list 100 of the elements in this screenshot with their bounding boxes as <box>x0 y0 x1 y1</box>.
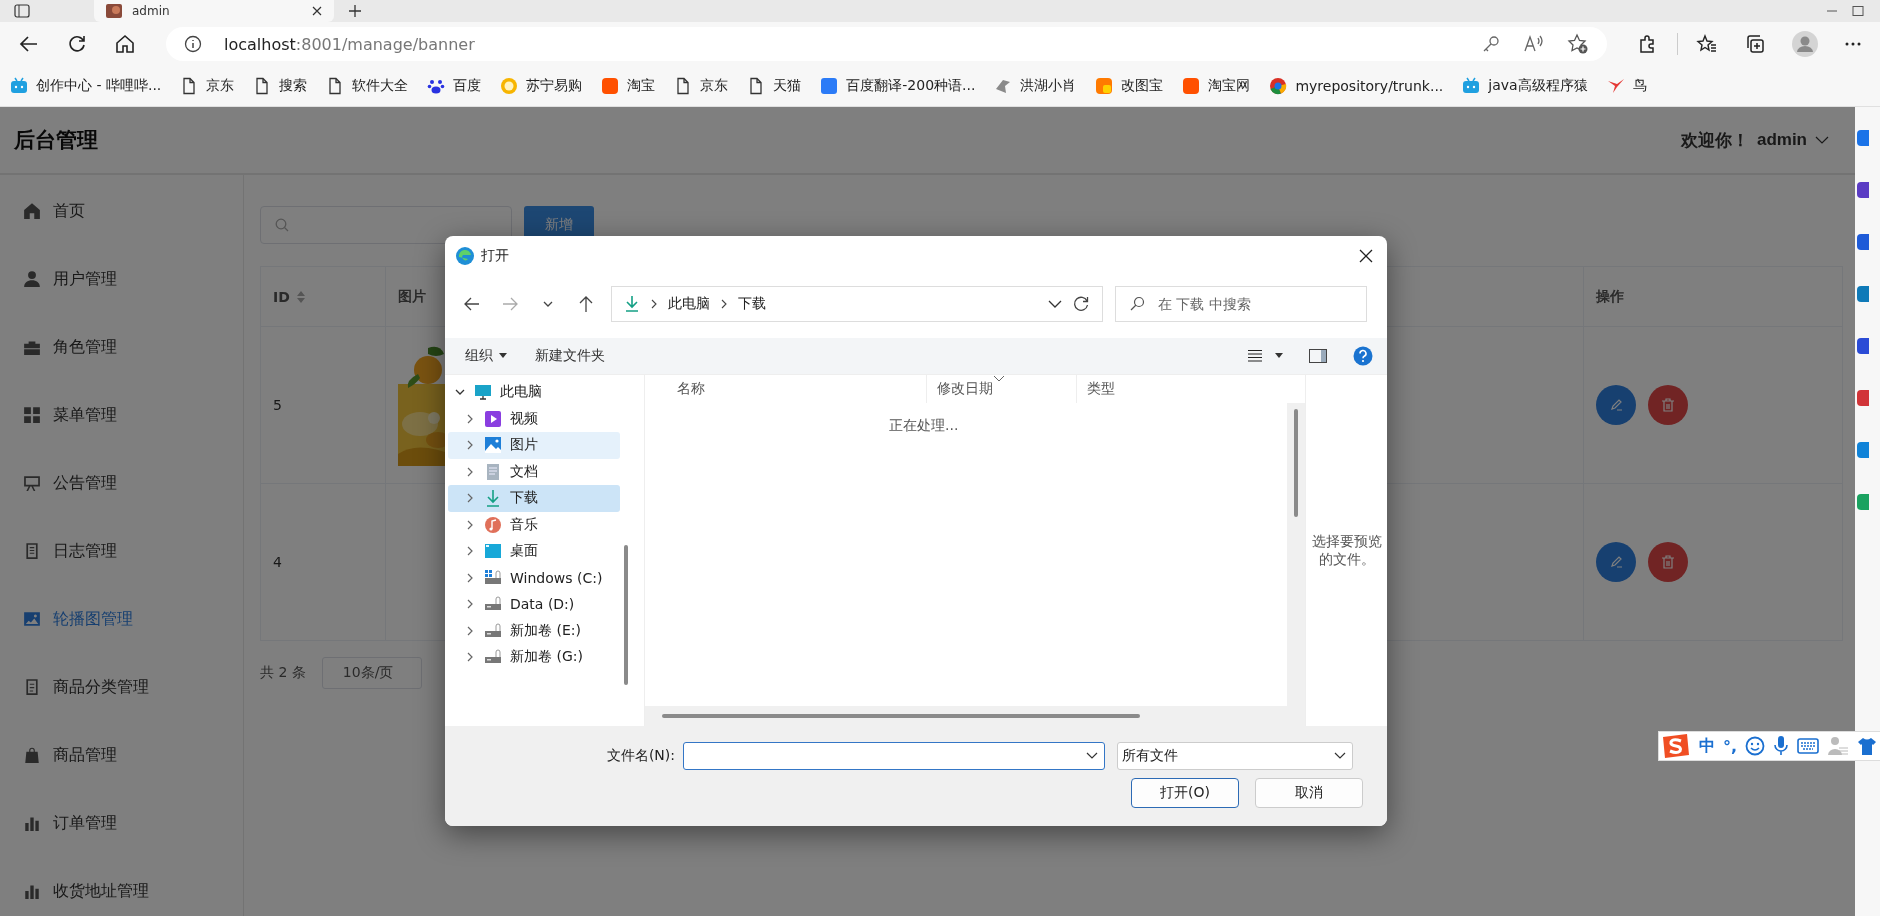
search-field[interactable]: 在 下载 中搜索 <box>1115 286 1367 322</box>
up-arrow-icon[interactable] <box>577 295 595 313</box>
page-size-select[interactable]: 10条/页 <box>321 657 422 689</box>
bookmark[interactable]: 京东 <box>180 77 235 95</box>
bookmark[interactable]: 苏宁易购 <box>500 77 583 95</box>
tree-item[interactable]: 视频 <box>448 405 620 432</box>
tab-actions-icon[interactable] <box>14 4 30 18</box>
tree-item[interactable]: 桌面 <box>448 538 620 565</box>
new-folder-button[interactable]: 新建文件夹 <box>527 343 613 369</box>
menu-item[interactable]: 首页 <box>0 177 243 245</box>
file-type-select[interactable]: 所有文件 <box>1117 742 1353 770</box>
cancel-button[interactable]: 取消 <box>1255 778 1363 808</box>
caret-icon <box>1815 135 1829 145</box>
music-icon <box>484 515 502 534</box>
chevron-right-icon <box>720 299 728 309</box>
bookmark[interactable]: 淘宝 <box>601 77 656 95</box>
sidebar-app-icon[interactable] <box>1855 181 1869 199</box>
bookmark[interactable]: 洪湖小肖 <box>994 77 1077 95</box>
organize-button[interactable]: 组织 <box>457 343 515 369</box>
close-icon[interactable] <box>312 6 322 16</box>
edit-button[interactable] <box>1596 385 1636 425</box>
shirt-icon[interactable] <box>1857 736 1878 756</box>
table-cell: 4 <box>273 554 282 570</box>
menu-item[interactable]: 用户管理 <box>0 245 243 313</box>
menu-item[interactable]: 公告管理 <box>0 449 243 517</box>
browser-tab[interactable]: admin <box>94 0 334 22</box>
ime-mode[interactable]: 中 <box>1699 735 1715 757</box>
tree-item[interactable]: 文档 <box>448 458 620 485</box>
delete-button[interactable] <box>1648 542 1688 582</box>
menu-item[interactable]: 收货地址管理 <box>0 857 243 916</box>
collections-icon[interactable] <box>1744 33 1766 55</box>
bookmark[interactable]: 软件大全 <box>326 77 409 95</box>
document-icon <box>484 462 502 481</box>
menu-item[interactable]: 商品管理 <box>0 721 243 789</box>
favorite-add-icon[interactable] <box>1567 33 1589 55</box>
bookmark[interactable]: 改图宝 <box>1095 77 1164 95</box>
file-name-field[interactable] <box>683 742 1105 770</box>
preview-pane-icon[interactable] <box>1309 349 1327 363</box>
bookmark[interactable]: 京东 <box>674 77 729 95</box>
tree-item[interactable]: Windows (C:) <box>448 564 620 591</box>
sidebar-app-icon[interactable] <box>1855 389 1869 407</box>
tree-item[interactable]: 下载 <box>448 485 620 512</box>
menu-item[interactable]: 商品分类管理 <box>0 653 243 721</box>
tree-item[interactable]: 新加卷 (E:) <box>448 617 620 644</box>
menu-item[interactable]: 日志管理 <box>0 517 243 585</box>
bookmark[interactable]: myrepository/trunk... <box>1269 77 1444 95</box>
back-arrow-icon[interactable] <box>463 295 481 313</box>
caret-icon[interactable] <box>1275 353 1283 359</box>
sidebar-app-icon[interactable] <box>1855 233 1869 251</box>
more-icon[interactable] <box>1844 41 1862 47</box>
column-header[interactable]: 名称 <box>645 375 927 403</box>
user-menu[interactable]: 欢迎你！ admin <box>1680 128 1829 152</box>
edit-button[interactable] <box>1596 542 1636 582</box>
tv-icon <box>1462 77 1481 95</box>
menu-item[interactable]: 角色管理 <box>0 313 243 381</box>
bookmark[interactable]: java高级程序猿 <box>1462 77 1588 95</box>
menu-item[interactable]: 订单管理 <box>0 789 243 857</box>
tree-item[interactable]: 音乐 <box>448 511 620 538</box>
tree-item[interactable]: Data (D:) <box>448 591 620 618</box>
favorites-icon[interactable] <box>1696 33 1718 55</box>
pencil-icon <box>1608 397 1624 413</box>
column-header[interactable]: 类型 <box>1077 375 1305 403</box>
list-view-icon[interactable] <box>1247 349 1263 363</box>
keyboard-icon[interactable] <box>1797 738 1820 754</box>
menu-item[interactable]: 菜单管理 <box>0 381 243 449</box>
close-icon[interactable] <box>1359 249 1373 263</box>
reload-icon[interactable] <box>66 33 88 55</box>
bookmark[interactable]: 淘宝网 <box>1182 77 1251 95</box>
bookmark[interactable]: 搜索 <box>253 77 308 95</box>
bookmark[interactable]: 天猫 <box>747 77 802 95</box>
help-icon[interactable] <box>1353 346 1373 366</box>
bookmark[interactable]: 百度翻译-200种语... <box>820 77 976 95</box>
profile-avatar-icon[interactable] <box>1792 31 1818 57</box>
address-bar[interactable]: localhost:8001/manage/banner <box>166 27 1607 61</box>
maximize-icon[interactable] <box>1852 6 1864 16</box>
tree-item[interactable]: 此电脑 <box>448 379 620 406</box>
sidebar-app-icon[interactable] <box>1855 285 1869 303</box>
home-icon[interactable] <box>114 33 136 55</box>
microphone-icon[interactable] <box>1773 735 1790 757</box>
bookmark[interactable]: 创作中心 - 哔哩哔... <box>10 77 162 95</box>
sidebar-app-icon[interactable] <box>1855 493 1869 511</box>
sidebar-app-icon[interactable] <box>1855 441 1869 459</box>
column-header: ID <box>273 288 290 305</box>
delete-button[interactable] <box>1648 385 1688 425</box>
ime-mode[interactable]: °, <box>1723 736 1738 756</box>
refresh-icon[interactable] <box>1072 295 1090 313</box>
tree-item[interactable]: 图片 <box>448 432 620 459</box>
sidebar-app-icon[interactable] <box>1855 337 1869 355</box>
smiley-icon[interactable] <box>1745 736 1766 756</box>
bookmark[interactable]: 鸟 <box>1606 77 1647 95</box>
open-button[interactable]: 打开(O) <box>1131 778 1239 808</box>
sidebar-app-icon[interactable] <box>1855 129 1869 147</box>
column-header[interactable]: 修改日期 <box>927 375 1077 403</box>
read-aloud-icon[interactable] <box>1523 34 1545 54</box>
new-tab-icon[interactable] <box>348 4 362 18</box>
tree-item[interactable]: 新加卷 (G:) <box>448 644 620 671</box>
chevron-down-icon[interactable] <box>1048 299 1062 309</box>
address-path-field[interactable]: 此电脑 下载 <box>611 286 1103 322</box>
key-icon[interactable] <box>1481 34 1501 54</box>
bookmark[interactable]: 百度 <box>427 77 482 95</box>
